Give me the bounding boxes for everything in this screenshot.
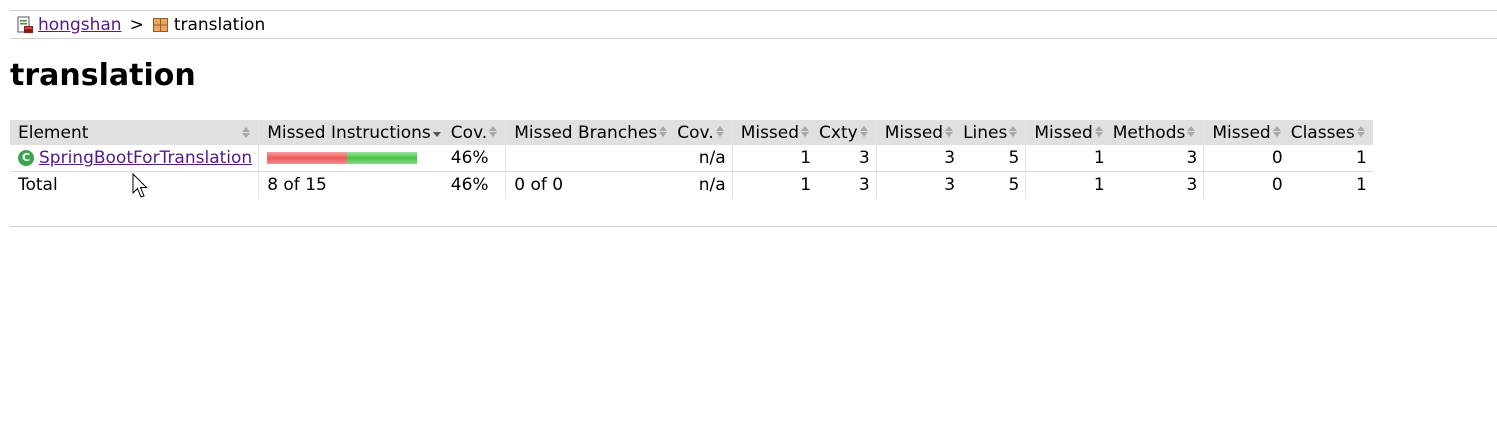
row-instr-cov: 46% bbox=[448, 145, 506, 172]
header-methods[interactable]: Methods bbox=[1110, 120, 1204, 145]
header-missed-instructions[interactable]: Missed Instructions bbox=[258, 120, 449, 145]
total-methods-missed: 1 bbox=[1025, 171, 1111, 198]
row-methods: 3 bbox=[1110, 145, 1204, 172]
row-missed-branches bbox=[505, 145, 676, 172]
breadcrumb-current-label: translation bbox=[173, 14, 266, 35]
header-lines-missed-label: Missed bbox=[884, 122, 944, 143]
row-classes: 1 bbox=[1288, 145, 1373, 172]
sort-arrows-icon bbox=[801, 126, 811, 137]
breadcrumb-root[interactable]: hongshan bbox=[10, 15, 122, 35]
total-missed-branches: 0 of 0 bbox=[505, 171, 676, 198]
sort-arrows-icon bbox=[489, 126, 499, 137]
total-instr-cov: 46% bbox=[448, 171, 506, 198]
header-classes-missed[interactable]: Missed bbox=[1203, 120, 1289, 145]
mouse-cursor-icon bbox=[132, 173, 148, 198]
header-classes-label: Classes bbox=[1290, 122, 1355, 143]
header-missed-branches-label: Missed Branches bbox=[514, 122, 658, 143]
sort-arrows-icon bbox=[1272, 126, 1283, 137]
row-cxty-missed: 1 bbox=[731, 145, 818, 172]
total-cxty-missed: 1 bbox=[731, 171, 818, 198]
table-header-row: Element Missed Instructions Cov. Missed … bbox=[10, 120, 1373, 145]
header-classes-missed-label: Missed bbox=[1212, 122, 1271, 143]
row-lines: 5 bbox=[961, 145, 1026, 172]
header-cxty[interactable]: Cxty bbox=[817, 120, 877, 145]
report-icon bbox=[16, 16, 34, 34]
table-row: C SpringBootForTranslation 46% n/a 1 3 3 … bbox=[10, 145, 1373, 172]
total-branch-cov: n/a bbox=[675, 171, 733, 198]
header-lines-label: Lines bbox=[963, 122, 1008, 143]
header-element[interactable]: Element bbox=[10, 120, 259, 145]
total-lines: 5 bbox=[961, 171, 1026, 198]
instr-bar-missed bbox=[267, 152, 348, 164]
row-cxty: 3 bbox=[817, 145, 877, 172]
header-cxty-missed-label: Missed bbox=[740, 122, 800, 143]
package-icon bbox=[152, 16, 170, 34]
row-classes-missed: 0 bbox=[1203, 145, 1289, 172]
sort-arrows-icon bbox=[859, 126, 870, 137]
total-classes: 1 bbox=[1288, 171, 1373, 198]
header-instr-cov[interactable]: Cov. bbox=[448, 120, 506, 145]
coverage-table: Element Missed Instructions Cov. Missed … bbox=[10, 120, 1373, 198]
sort-arrows-icon bbox=[945, 126, 955, 137]
header-cxty-label: Cxty bbox=[819, 122, 858, 143]
sort-arrows-icon bbox=[242, 126, 252, 138]
page-title: translation bbox=[10, 58, 196, 93]
report-page: hongshan > translation translation Eleme… bbox=[0, 0, 1497, 440]
total-classes-missed: 0 bbox=[1203, 171, 1289, 198]
breadcrumb-root-link[interactable]: hongshan bbox=[38, 15, 122, 35]
row-element[interactable]: C SpringBootForTranslation bbox=[10, 145, 259, 172]
header-classes[interactable]: Classes bbox=[1288, 120, 1373, 145]
breadcrumb: hongshan > translation bbox=[10, 10, 1497, 39]
row-methods-missed: 1 bbox=[1025, 145, 1111, 172]
instr-bar-covered bbox=[347, 152, 418, 164]
header-lines-missed[interactable]: Missed bbox=[875, 120, 962, 145]
sort-arrows-icon bbox=[659, 126, 669, 137]
header-element-label: Element bbox=[18, 122, 89, 143]
breadcrumb-separator: > bbox=[129, 14, 144, 35]
header-branch-cov[interactable]: Cov. bbox=[675, 120, 733, 145]
divider bbox=[10, 226, 1497, 227]
header-methods-missed-label: Missed bbox=[1034, 122, 1093, 143]
row-element-link[interactable]: SpringBootForTranslation bbox=[39, 148, 252, 168]
header-missed-instructions-label: Missed Instructions bbox=[267, 122, 431, 143]
row-instr-bar bbox=[258, 145, 449, 172]
breadcrumb-current: translation bbox=[152, 15, 265, 35]
sort-arrows-icon bbox=[1356, 126, 1367, 137]
class-icon: C bbox=[18, 150, 34, 166]
total-lines-missed: 3 bbox=[875, 171, 962, 198]
header-branch-cov-label: Cov. bbox=[677, 122, 714, 143]
total-cxty: 3 bbox=[817, 171, 877, 198]
header-lines[interactable]: Lines bbox=[961, 120, 1026, 145]
table-total-row: Total 8 of 15 46% 0 of 0 n/a 1 3 3 5 1 3… bbox=[10, 171, 1373, 198]
sort-arrows-icon bbox=[432, 126, 443, 137]
header-methods-missed[interactable]: Missed bbox=[1025, 120, 1111, 145]
sort-arrows-icon bbox=[1094, 126, 1105, 137]
sort-arrows-icon bbox=[715, 126, 726, 137]
total-missed-instructions: 8 of 15 bbox=[258, 171, 449, 198]
header-instr-cov-label: Cov. bbox=[450, 122, 488, 143]
header-methods-label: Methods bbox=[1112, 122, 1186, 143]
header-missed-branches[interactable]: Missed Branches bbox=[505, 120, 676, 145]
row-lines-missed: 3 bbox=[875, 145, 962, 172]
sort-arrows-icon bbox=[1187, 126, 1197, 137]
total-methods: 3 bbox=[1110, 171, 1204, 198]
header-cxty-missed[interactable]: Missed bbox=[731, 120, 818, 145]
sort-arrows-icon bbox=[1009, 126, 1019, 137]
row-branch-cov: n/a bbox=[675, 145, 733, 172]
